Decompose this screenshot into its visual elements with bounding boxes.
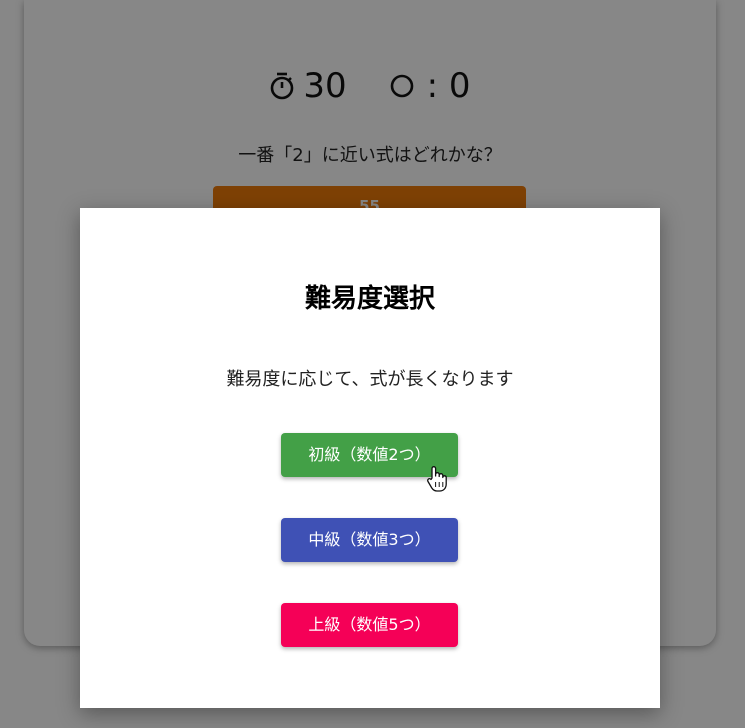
hand-pointer-icon — [426, 465, 448, 493]
hard-level-button[interactable]: 上級（数値5つ） — [281, 603, 458, 647]
medium-level-button[interactable]: 中級（数値3つ） — [281, 518, 458, 562]
dialog-description: 難易度に応じて、式が長くなります — [226, 369, 514, 390]
dialog-title: 難易度選択 — [304, 284, 435, 314]
difficulty-dialog: 難易度選択 難易度に応じて、式が長くなります 初級（数値2つ） 中級（数値3つ）… — [80, 208, 660, 708]
